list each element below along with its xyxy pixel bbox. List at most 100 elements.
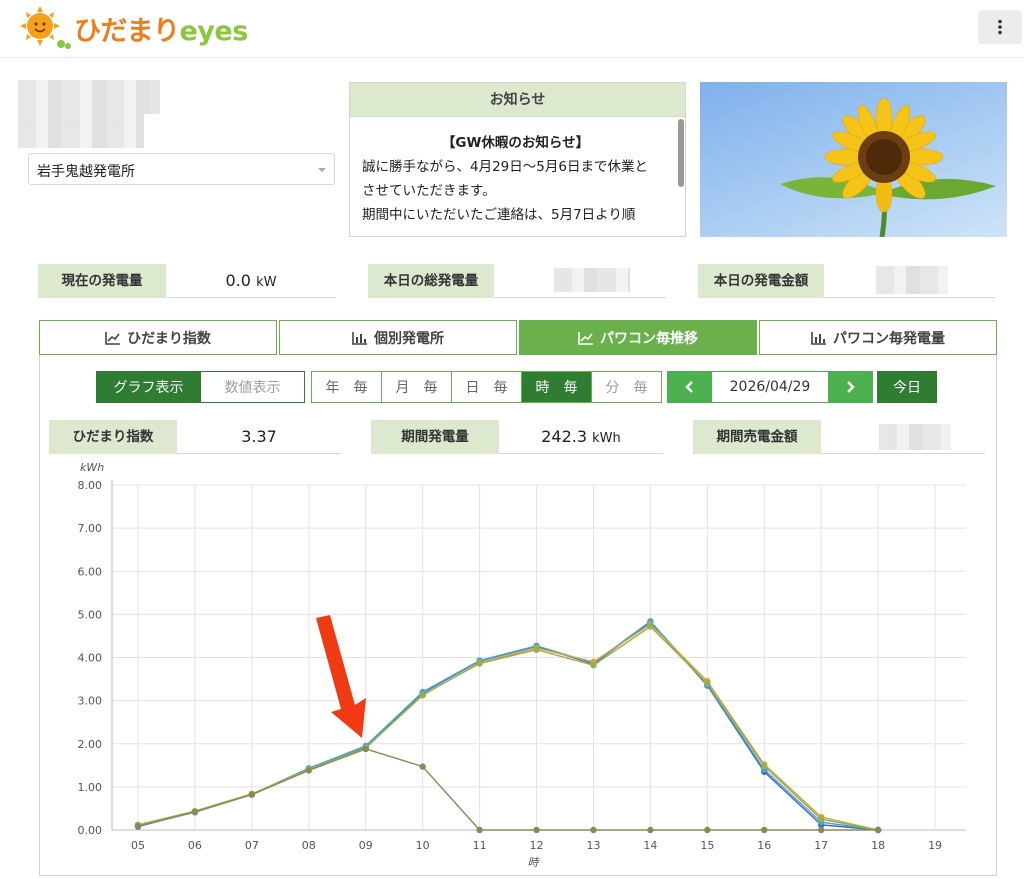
x-tick-label: 18 bbox=[871, 839, 885, 852]
plant-select[interactable]: 岩手鬼越発電所 bbox=[28, 153, 335, 185]
data-point[interactable] bbox=[476, 660, 483, 667]
chart-series bbox=[134, 618, 882, 834]
x-tick-label: 19 bbox=[928, 839, 942, 852]
plant-select-value: 岩手鬼越発電所 bbox=[37, 164, 135, 180]
data-point[interactable] bbox=[761, 762, 768, 770]
notice-line: 期間中にいただいたご連絡は、5月7日より順 bbox=[362, 207, 636, 223]
x-tick-label: 10 bbox=[416, 839, 430, 852]
redacted-user-detail bbox=[18, 114, 144, 148]
data-point[interactable] bbox=[818, 826, 825, 834]
today-button[interactable]: 今日 bbox=[877, 371, 937, 403]
period-selector: 年 毎 月 毎 日 毎 時 毎 分 毎 bbox=[311, 371, 662, 403]
tab-pcs-trend[interactable]: パワコン毎推移 bbox=[519, 320, 757, 355]
x-tick-label: 17 bbox=[814, 839, 828, 852]
tab-label: 個別発電所 bbox=[374, 330, 444, 347]
app-header: ひだまりeyes bbox=[0, 0, 1024, 58]
data-point[interactable] bbox=[533, 646, 540, 653]
notice-box[interactable]: お知らせ 【GW休暇のお知らせ】 誠に勝手ながら、4月29日～5月6日まで休業と… bbox=[349, 82, 686, 237]
period-index-value: 3.37 bbox=[177, 420, 341, 454]
period-energy-number: 242.3 bbox=[541, 427, 588, 446]
data-point[interactable] bbox=[590, 826, 597, 834]
bar-chart-icon bbox=[352, 331, 367, 345]
graph-view-button[interactable]: グラフ表示 bbox=[97, 372, 201, 402]
vertical-dots-icon bbox=[998, 19, 1002, 35]
data-point[interactable] bbox=[533, 826, 540, 834]
redacted-today-amount bbox=[876, 266, 948, 294]
x-axis-label: 時 bbox=[528, 856, 541, 869]
tab-label: パワコン毎推移 bbox=[600, 330, 698, 347]
period-hourly-button[interactable]: 時 毎 bbox=[522, 372, 592, 402]
period-sales-label: 期間売電金額 bbox=[693, 420, 821, 454]
series-line bbox=[137, 620, 879, 831]
data-point[interactable] bbox=[590, 662, 597, 669]
date-display[interactable]: 2026/04/29 bbox=[712, 372, 828, 402]
data-point[interactable] bbox=[647, 826, 654, 834]
y-tick-label: 0.00 bbox=[78, 824, 103, 837]
notice-scrollbar[interactable] bbox=[678, 119, 684, 187]
x-tick-label: 16 bbox=[757, 839, 771, 852]
data-point[interactable] bbox=[362, 745, 369, 753]
data-point[interactable] bbox=[704, 680, 711, 687]
notice-line: 誠に勝手ながら、4月29日～5月6日まで休業と bbox=[362, 159, 648, 175]
x-tick-label: 07 bbox=[245, 839, 259, 852]
tab-hidamari-index[interactable]: ひだまり指数 bbox=[39, 320, 277, 355]
today-total-value bbox=[494, 264, 666, 298]
period-daily-button[interactable]: 日 毎 bbox=[452, 372, 522, 402]
data-point[interactable] bbox=[704, 826, 711, 834]
current-power-value: 0.0 kW bbox=[166, 264, 336, 298]
data-point[interactable] bbox=[248, 791, 256, 798]
data-point[interactable] bbox=[761, 826, 768, 834]
current-power-label: 現在の発電量 bbox=[38, 264, 166, 298]
x-tick-label: 11 bbox=[473, 839, 487, 852]
tab-label: パワコン毎発電量 bbox=[833, 330, 945, 347]
view-mode-toggle: グラフ表示 数値表示 bbox=[96, 371, 305, 403]
notice-body: 【GW休暇のお知らせ】 誠に勝手ながら、4月29日～5月6日まで休業と させてい… bbox=[350, 117, 685, 227]
today-total-label: 本日の総発電量 bbox=[368, 264, 494, 298]
logo-text: ひだまりeyes bbox=[74, 15, 248, 47]
period-minute-button[interactable]: 分 毎 bbox=[592, 372, 661, 402]
notice-line: させていただきます。 bbox=[362, 183, 496, 199]
data-point[interactable] bbox=[476, 826, 483, 834]
chart-annotation bbox=[316, 615, 366, 738]
y-axis-label: kWh bbox=[80, 461, 104, 474]
data-point[interactable] bbox=[419, 763, 426, 770]
series-line bbox=[137, 623, 879, 831]
tab-individual-plant[interactable]: 個別発電所 bbox=[279, 320, 517, 355]
notice-heading: 【GW休暇のお知らせ】 bbox=[441, 135, 590, 151]
chevron-down-icon bbox=[318, 168, 326, 172]
x-tick-label: 09 bbox=[359, 839, 373, 852]
line-chart-icon bbox=[105, 331, 121, 345]
period-sales-value bbox=[821, 420, 985, 454]
number-view-button[interactable]: 数値表示 bbox=[201, 372, 304, 402]
data-point[interactable] bbox=[647, 623, 654, 630]
next-date-button[interactable] bbox=[828, 372, 872, 402]
today-amount-value bbox=[824, 264, 996, 298]
period-yearly-button[interactable]: 年 毎 bbox=[312, 372, 382, 402]
x-tick-label: 14 bbox=[643, 839, 657, 852]
period-monthly-button[interactable]: 月 毎 bbox=[382, 372, 452, 402]
data-point[interactable] bbox=[191, 808, 199, 816]
x-tick-label: 06 bbox=[188, 839, 202, 852]
series-line bbox=[137, 748, 879, 831]
red-arrow-annotation bbox=[316, 615, 366, 738]
y-tick-label: 7.00 bbox=[78, 522, 103, 535]
data-point[interactable] bbox=[818, 816, 825, 823]
data-point[interactable] bbox=[134, 822, 142, 830]
period-index-label: ひだまり指数 bbox=[49, 420, 177, 454]
period-energy-value: 242.3 kWh bbox=[499, 420, 663, 454]
tab-pcs-energy[interactable]: パワコン毎発電量 bbox=[759, 320, 997, 355]
app-logo[interactable]: ひだまりeyes bbox=[16, 4, 248, 52]
data-point[interactable] bbox=[874, 826, 882, 834]
data-point[interactable] bbox=[419, 691, 426, 698]
prev-date-button[interactable] bbox=[668, 372, 712, 402]
period-energy-unit: kWh bbox=[592, 431, 621, 446]
more-menu-button[interactable] bbox=[978, 10, 1022, 44]
y-tick-label: 8.00 bbox=[78, 479, 103, 492]
date-navigator: 2026/04/29 bbox=[667, 371, 873, 403]
chevron-right-icon bbox=[847, 381, 855, 393]
tab-label: ひだまり指数 bbox=[127, 330, 211, 347]
redacted-user-name bbox=[18, 80, 160, 114]
today-amount-label: 本日の発電金額 bbox=[698, 264, 824, 298]
data-point[interactable] bbox=[305, 767, 312, 774]
current-power-unit: kW bbox=[256, 275, 277, 290]
